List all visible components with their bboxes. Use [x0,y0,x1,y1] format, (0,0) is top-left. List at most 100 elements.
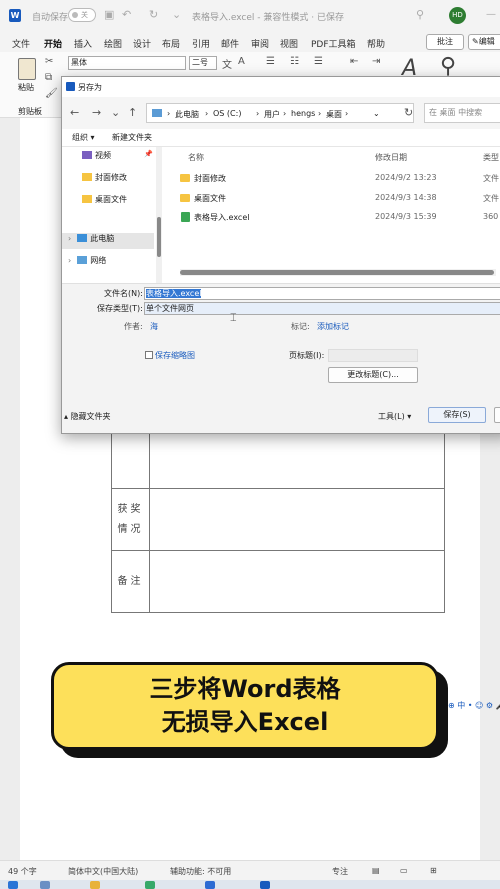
multilevel-list-icon[interactable]: ☰ [314,56,323,67]
decrease-indent-icon[interactable]: ⇤ [350,56,358,67]
cut-icon[interactable]: ✂ [45,56,53,67]
web-layout-icon[interactable]: ⊞ [430,866,437,875]
title-bar: W 自动保存 关 ▣ ↶ ↻ ⌄ 表格导入.excel - 兼容性模式 · 已保… [0,0,500,32]
breadcrumb-drive[interactable]: OS (C:) [213,109,241,118]
tab-view[interactable]: 视图 [280,37,298,50]
table-cell[interactable] [149,488,445,551]
breadcrumb-user[interactable]: hengs [291,109,315,118]
character-border-icon[interactable]: A [238,56,245,67]
file-row[interactable]: 封面修改 2024/9/2 13:23 文件 [170,169,500,187]
taskbar-app-icon[interactable] [90,881,100,889]
edit-button[interactable]: ✎编辑 [468,34,500,50]
organize-menu[interactable]: 组织 ▾ [72,132,95,143]
comment-button[interactable]: 批注 [426,34,464,50]
tab-insert[interactable]: 插入 [74,37,92,50]
taskbar-app-icon[interactable] [205,881,215,889]
scroll-thumb[interactable] [157,217,161,257]
avatar[interactable]: HD [449,7,466,24]
change-title-button[interactable]: 更改标题(C)... [328,367,418,383]
breadcrumb-users[interactable]: 用户 [264,109,280,120]
accessibility-status[interactable]: 辅助功能: 不可用 [170,866,231,877]
column-type[interactable]: 类型 [483,152,499,163]
tab-draw[interactable]: 绘图 [104,37,122,50]
save-icon[interactable]: ▣ [104,8,114,21]
tab-pdf-tools[interactable]: PDF工具箱 [311,37,356,50]
new-folder-button[interactable]: 新建文件夹 [112,132,152,143]
increase-indent-icon[interactable]: ⇥ [372,56,380,67]
hide-folders-toggle[interactable]: ▴ 隐藏文件夹 [64,411,111,422]
tab-layout[interactable]: 布局 [162,37,180,50]
font-size-select[interactable]: 二号 [189,56,217,70]
author-value[interactable]: 海 [150,321,158,332]
tags-value[interactable]: 添加标记 [317,321,349,332]
customize-chevron-icon[interactable]: ⌄ [172,8,181,21]
tab-review[interactable]: 审阅 [251,37,269,50]
filetype-select[interactable]: 单个文件网页 [144,302,500,315]
tab-home[interactable]: 开始 [44,37,63,54]
nav-scrollbar[interactable] [156,147,162,285]
folder-search-input[interactable]: 在 桌面 中搜索 [424,103,500,123]
minimize-icon[interactable]: — [486,9,496,20]
tab-mailings[interactable]: 邮件 [221,37,239,50]
autosave-toggle[interactable]: 关 [68,8,96,22]
table-cell[interactable] [111,430,150,489]
language-status[interactable]: 简体中文(中国大陆) [68,866,138,877]
tab-file[interactable]: 文件 [12,37,30,50]
undo-icon[interactable]: ↶ [122,8,131,21]
recent-chevron-icon[interactable]: ⌄ [111,106,120,119]
paste-label[interactable]: 粘贴 [18,82,34,93]
nav-item-desktop-files[interactable]: 桌面文件 [82,194,127,210]
pin-icon[interactable]: 📌 [144,150,153,166]
phonetic-guide-icon[interactable]: 文 [222,56,232,71]
tab-help[interactable]: 帮助 [367,37,385,50]
column-name[interactable]: 名称 [188,152,204,163]
table-cell[interactable] [149,550,445,613]
horizontal-scrollbar[interactable] [180,269,496,276]
forward-icon[interactable]: → [92,106,101,119]
format-painter-icon[interactable]: 🖌 [45,88,58,99]
thumbnail-label[interactable]: 保存缩略图 [155,350,195,361]
tab-design[interactable]: 设计 [133,37,151,50]
filename-input[interactable]: 表格导入.excel [144,287,500,300]
print-layout-icon[interactable]: ▭ [400,866,408,875]
cancel-button[interactable] [494,407,500,423]
focus-mode[interactable]: 专注 [332,866,348,877]
font-name-select[interactable]: 黑体 [68,56,186,70]
word-taskbar-icon[interactable] [260,881,270,889]
nav-item-network[interactable]: › 网络 [68,255,106,271]
tab-references[interactable]: 引用 [192,37,210,50]
numbering-icon[interactable]: ☷ [290,56,299,67]
up-icon[interactable]: ↑ [128,106,137,119]
thumbnail-checkbox[interactable] [145,351,153,359]
address-bar[interactable]: › 此电脑 › OS (C:) › 用户 › hengs › 桌面 › ⌄ [146,103,414,123]
save-button[interactable]: 保存(S) [428,407,486,423]
taskbar-app-icon[interactable] [145,881,155,889]
read-mode-icon[interactable]: ▤ [372,866,380,875]
word-count[interactable]: 49 个字 [8,866,37,877]
breadcrumb-this-pc[interactable]: 此电脑 [175,109,199,120]
nav-item-videos[interactable]: 视频 [82,150,111,166]
copy-icon[interactable]: ⧉ [45,72,52,83]
breadcrumb-desktop[interactable]: 桌面 [326,109,342,120]
nav-item-cover[interactable]: 封面修改 [82,172,127,188]
table-cell[interactable] [149,430,445,489]
navigation-bar: ← → ⌄ ↑ › 此电脑 › OS (C:) › 用户 › hengs › 桌… [62,97,500,129]
column-date[interactable]: 修改日期 [375,152,407,163]
nav-item-this-pc[interactable]: › 此电脑 [62,233,154,249]
file-row[interactable]: 表格导入.excel 2024/9/3 15:39 360 [170,208,500,226]
tools-menu[interactable]: 工具(L) ▾ [378,411,411,422]
paste-icon[interactable] [18,58,36,80]
address-dropdown-icon[interactable]: ⌄ [373,109,380,118]
expand-chevron-icon[interactable]: › [68,234,71,243]
redo-icon[interactable]: ↻ [149,8,158,21]
bullets-icon[interactable]: ☰ [266,56,275,67]
scroll-thumb[interactable] [180,270,494,275]
back-icon[interactable]: ← [70,106,79,119]
refresh-icon[interactable]: ↻ [404,106,413,119]
taskbar-app-icon[interactable] [40,881,50,889]
search-icon[interactable]: ⚲ [416,8,424,21]
start-icon[interactable] [8,881,18,889]
file-row[interactable]: 桌面文件 2024/9/3 14:38 文件 [170,189,500,207]
expand-chevron-icon[interactable]: › [68,256,71,265]
ime-toolbar[interactable]: ⊕ 中 • ☺ ⚙ 🎤 [448,700,500,711]
